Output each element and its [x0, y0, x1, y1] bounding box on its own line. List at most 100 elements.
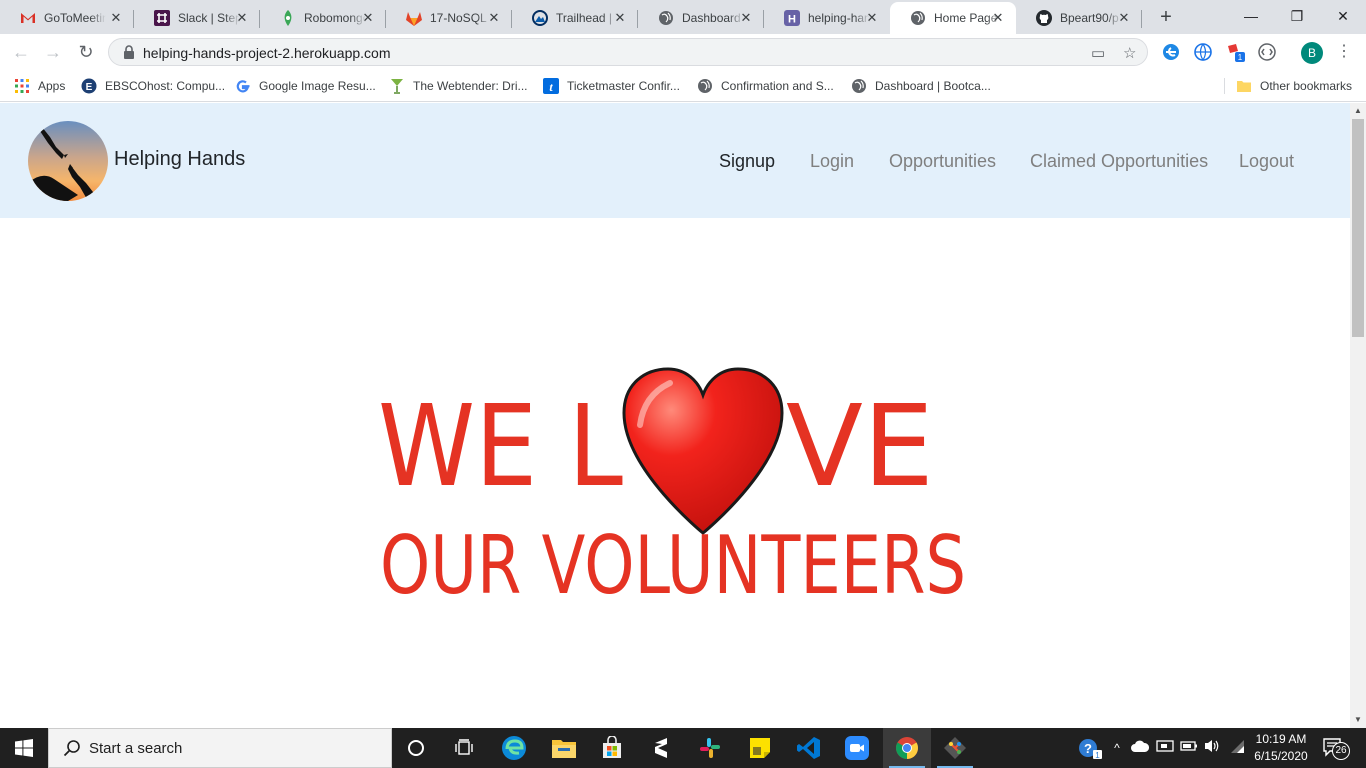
- bookmark-dashboard-bootcamp[interactable]: Dashboard | Bootca...: [851, 77, 991, 95]
- translate-extension-icon[interactable]: [1193, 42, 1213, 62]
- wifi-icon[interactable]: [1227, 738, 1247, 758]
- svg-text:E: E: [86, 82, 93, 93]
- heroku-icon: H: [784, 10, 800, 26]
- tab-robomongo[interactable]: Robomongo ✕: [260, 2, 386, 34]
- code-extension-icon[interactable]: [1257, 42, 1277, 62]
- svg-text:1: 1: [1095, 751, 1100, 760]
- edge-extension-icon[interactable]: [1161, 42, 1181, 62]
- bookmark-apps[interactable]: Apps: [14, 77, 65, 95]
- trailhead-icon: [532, 10, 548, 26]
- clock-date: 6/15/2020: [1254, 749, 1308, 763]
- ticketmaster-icon: t: [543, 78, 559, 94]
- close-icon[interactable]: ✕: [360, 10, 376, 26]
- bookmark-ticketmaster[interactable]: t Ticketmaster Confir...: [543, 77, 680, 95]
- helping-hands-logo[interactable]: [28, 121, 108, 201]
- system-clock[interactable]: 10:19 AM 6/15/2020: [1250, 731, 1312, 765]
- tab-github[interactable]: Bpeart90/p ✕: [1016, 2, 1142, 34]
- restore-button[interactable]: ❐: [1274, 4, 1320, 28]
- menu-icon[interactable]: ⋮: [1336, 42, 1352, 62]
- taskbar-chrome[interactable]: [883, 728, 931, 768]
- new-tab-button[interactable]: +: [1156, 7, 1176, 27]
- chrome-icon: [896, 737, 918, 759]
- close-icon[interactable]: ✕: [738, 10, 754, 26]
- taskbar-search[interactable]: Start a search: [48, 728, 392, 768]
- start-button[interactable]: [0, 728, 48, 768]
- address-bar[interactable]: helping-hands-project-2.herokuapp.com ▭ …: [108, 38, 1148, 66]
- tab-title: Trailhead | T: [556, 11, 618, 25]
- nav-logout[interactable]: Logout: [1239, 151, 1294, 172]
- close-icon[interactable]: ✕: [1116, 10, 1132, 26]
- taskbar-git[interactable]: [931, 728, 979, 768]
- store-icon: [603, 736, 621, 758]
- bookmark-other[interactable]: Other bookmarks: [1236, 77, 1352, 95]
- close-window-button[interactable]: ✕: [1320, 4, 1366, 28]
- tab-title: 17-NoSQL: [430, 11, 487, 25]
- volume-icon[interactable]: [1202, 738, 1222, 758]
- forward-button[interactable]: →: [41, 40, 65, 64]
- task-view-button[interactable]: [440, 728, 488, 768]
- scroll-up-icon[interactable]: ▲: [1350, 103, 1366, 119]
- bookmark-ebscohost[interactable]: E EBSCOhost: Compu...: [81, 77, 225, 95]
- taskbar-store[interactable]: [588, 728, 636, 768]
- onedrive-icon[interactable]: [1130, 738, 1150, 758]
- bookmark-label: Ticketmaster Confir...: [567, 79, 680, 93]
- close-icon[interactable]: ✕: [234, 10, 250, 26]
- nav-login[interactable]: Login: [810, 151, 854, 172]
- windows-icon: [15, 739, 33, 757]
- close-icon[interactable]: ✕: [612, 10, 628, 26]
- profile-avatar[interactable]: B: [1301, 42, 1323, 64]
- taskbar-sublime[interactable]: [637, 728, 685, 768]
- help-tray-icon[interactable]: ? 1: [1078, 738, 1102, 760]
- show-hidden-icons[interactable]: ^: [1107, 738, 1127, 758]
- brand-title[interactable]: Helping Hands: [114, 148, 245, 171]
- tab-trailhead[interactable]: Trailhead | T ✕: [512, 2, 638, 34]
- sublime-icon: [655, 738, 667, 758]
- back-button[interactable]: ←: [9, 40, 33, 64]
- nav-signup[interactable]: Signup: [719, 151, 775, 172]
- minimize-button[interactable]: —: [1228, 4, 1274, 28]
- cortana-button[interactable]: [392, 728, 440, 768]
- svg-text:1: 1: [1238, 53, 1243, 62]
- bookmark-label: The Webtender: Dri...: [413, 79, 528, 93]
- taskbar-sticky-notes[interactable]: [736, 728, 784, 768]
- taskbar-file-explorer[interactable]: [540, 728, 588, 768]
- close-icon[interactable]: ✕: [486, 10, 502, 26]
- scroll-thumb[interactable]: [1352, 119, 1364, 337]
- bookmark-google-image[interactable]: Google Image Resu...: [235, 77, 376, 95]
- tab-strip: GoToMeeting ✕ Slack | Step ✕ Robomongo ✕…: [0, 0, 1366, 34]
- we-love-our-volunteers-banner: WE L VE OUR VOLUNTEERS: [378, 367, 966, 601]
- network-adapter-icon[interactable]: [1155, 738, 1175, 758]
- scroll-down-icon[interactable]: ▼: [1350, 712, 1366, 728]
- notifications-extension-icon[interactable]: 1: [1226, 42, 1246, 62]
- bookmark-confirmation[interactable]: Confirmation and S...: [697, 77, 834, 95]
- tab-nosql[interactable]: 17-NoSQL ✕: [386, 2, 512, 34]
- taskbar-vscode[interactable]: [785, 728, 833, 768]
- reload-button[interactable]: ↻: [74, 40, 98, 64]
- tab-title: Bpeart90/p: [1060, 11, 1119, 25]
- tab-heroku[interactable]: H helping-han ✕: [764, 2, 890, 34]
- banner-line2: OUR VOLUNTEERS: [380, 519, 966, 601]
- star-icon[interactable]: ☆: [1123, 44, 1136, 62]
- bookmark-webtender[interactable]: The Webtender: Dri...: [389, 77, 528, 95]
- tab-slack[interactable]: Slack | Step ✕: [134, 2, 260, 34]
- taskbar-slack[interactable]: [686, 728, 734, 768]
- banner-line1-ve: VE: [786, 382, 934, 512]
- battery-icon[interactable]: [1179, 738, 1199, 758]
- tab-gotomeeting[interactable]: GoToMeeting ✕: [0, 2, 134, 34]
- close-icon[interactable]: ✕: [864, 10, 880, 26]
- tab-home-page[interactable]: Home Page ✕: [890, 2, 1016, 34]
- lock-icon: [124, 45, 134, 59]
- nav-claimed-opportunities[interactable]: Claimed Opportunities: [1030, 151, 1208, 172]
- tab-title: GoToMeeting: [44, 11, 106, 25]
- page-scrollbar[interactable]: ▲ ▼: [1350, 103, 1366, 728]
- close-icon[interactable]: ✕: [108, 10, 124, 26]
- nav-opportunities[interactable]: Opportunities: [889, 151, 996, 172]
- notification-center-button[interactable]: 26: [1322, 736, 1350, 760]
- taskbar-zoom[interactable]: [833, 728, 881, 768]
- git-icon: [944, 737, 966, 759]
- page-viewport: Helping Hands Signup Login Opportunities…: [0, 103, 1350, 728]
- taskbar-edge[interactable]: [490, 728, 538, 768]
- cast-icon[interactable]: ▭: [1091, 44, 1105, 62]
- tab-dashboard[interactable]: Dashboard ✕: [638, 2, 764, 34]
- close-icon[interactable]: ✕: [990, 10, 1006, 26]
